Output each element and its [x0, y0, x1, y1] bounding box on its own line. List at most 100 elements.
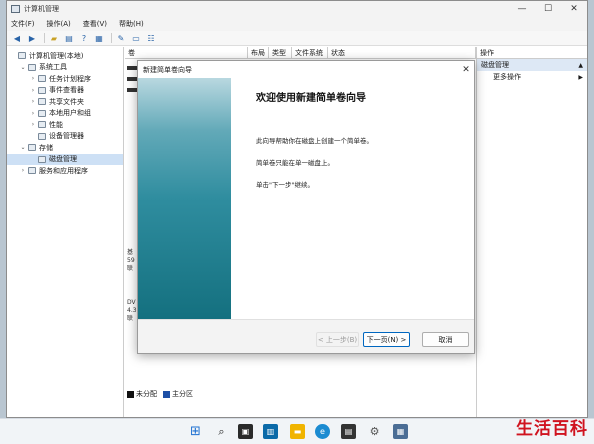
menu-help[interactable]: 帮助(H) [119, 19, 144, 29]
column-header-type[interactable]: 类型 [269, 47, 292, 58]
services-icon [28, 167, 36, 175]
chevron-down-icon[interactable]: ⌄ [19, 144, 27, 151]
tree-item-local-users-groups[interactable]: › 本地用户和组 [7, 108, 123, 120]
storage-icon [28, 144, 36, 152]
tree-item-label: 存储 [39, 143, 53, 152]
chevron-down-icon[interactable]: ⌄ [19, 64, 27, 71]
event-viewer-icon [38, 86, 46, 94]
chevron-right-icon[interactable]: › [29, 98, 37, 105]
close-icon[interactable]: ✕ [458, 65, 474, 75]
navigation-tree: 计算机管理(本地) ⌄ 系统工具 › 任务计划程序 › 事件查看器 › 共享文件… [7, 47, 124, 417]
tree-item-label: 共享文件夹 [49, 97, 84, 106]
menu-action[interactable]: 操作(A) [47, 19, 71, 29]
settings-gear-icon[interactable]: ⚙ [367, 424, 382, 439]
unallocated-swatch [127, 390, 134, 398]
menu-file[interactable]: 文件(F) [11, 19, 35, 29]
tree-item-computer-management[interactable]: 计算机管理(本地) [7, 50, 123, 62]
wizard-banner [138, 78, 231, 319]
chevron-right-icon[interactable]: › [29, 121, 37, 128]
tree-item-label: 本地用户和组 [49, 109, 91, 118]
column-header-filesystem[interactable]: 文件系统 [292, 47, 328, 58]
menu-bar: 文件(F) 操作(A) 查看(V) 帮助(H) [7, 17, 587, 31]
cancel-button[interactable]: 取消 [422, 332, 469, 347]
tree-item-label: 性能 [49, 120, 63, 129]
show-hide-tree-icon[interactable]: ▤ [63, 33, 75, 44]
properties-icon[interactable]: ▦ [93, 33, 105, 44]
users-icon [38, 109, 46, 117]
next-button[interactable]: 下一页(N) > [363, 332, 410, 347]
shared-folder-icon [38, 98, 46, 106]
store-icon[interactable]: ▤ [341, 424, 356, 439]
window-title: 计算机管理 [24, 5, 59, 13]
title-bar: 计算机管理 — ☐ ✕ [7, 1, 587, 17]
file-explorer-icon[interactable]: ▬ [290, 424, 305, 439]
actions-disk-management[interactable]: 磁盘管理 ▲ [477, 59, 587, 71]
tree-item-system-tools[interactable]: ⌄ 系统工具 [7, 62, 123, 74]
tree-item-label: 系统工具 [39, 63, 67, 72]
legend-unallocated-label: 未分配 [136, 390, 157, 398]
close-button[interactable]: ✕ [561, 1, 587, 17]
watermark-logo: 生活百科 [516, 419, 588, 439]
toolbar-divider [111, 33, 112, 43]
tree-item-disk-management[interactable]: 磁盘管理 [7, 153, 123, 165]
back-arrow-icon[interactable]: ◀ [11, 33, 23, 44]
tree-item-label: 事件查看器 [49, 86, 84, 95]
wizard-paragraph-3: 单击"下一步"继续。 [256, 181, 314, 189]
wizard-heading: 欢迎使用新建简单卷向导 [256, 93, 366, 104]
tree-item-storage[interactable]: ⌄ 存储 [7, 142, 123, 154]
computer-management-taskbar-icon[interactable]: ▦ [393, 424, 408, 439]
forward-arrow-icon[interactable]: ▶ [26, 33, 38, 44]
computer-icon [18, 52, 26, 60]
disk-management-icon [38, 155, 46, 163]
primary-partition-swatch [163, 390, 170, 398]
tree-item-performance[interactable]: › 性能 [7, 119, 123, 131]
legend-primary-label: 主分区 [172, 390, 193, 398]
up-folder-icon[interactable]: ▰ [48, 33, 60, 44]
tree-item-label: 服务和应用程序 [39, 166, 88, 175]
actions-group-label: 磁盘管理 [481, 61, 509, 69]
menu-view[interactable]: 查看(V) [83, 19, 107, 29]
column-header-layout[interactable]: 布局 [248, 47, 269, 58]
tree-item-event-viewer[interactable]: › 事件查看器 [7, 85, 123, 97]
chevron-right-icon[interactable]: › [29, 87, 37, 94]
list-icon[interactable]: ☷ [145, 33, 157, 44]
chevron-right-icon[interactable]: › [29, 110, 37, 117]
disk-icon[interactable]: ▭ [130, 33, 142, 44]
actions-header: 操作 [477, 47, 587, 59]
device-manager-icon [38, 132, 46, 140]
tree-item-device-manager[interactable]: 设备管理器 [7, 131, 123, 143]
search-icon[interactable]: ⌕ [214, 424, 229, 439]
help-icon[interactable]: ? [78, 33, 90, 44]
computer-management-icon [11, 5, 20, 13]
actions-pane: 操作 磁盘管理 ▲ 更多操作 ▶ [476, 47, 587, 417]
disk-legend: 未分配 主分区 [127, 389, 193, 399]
new-simple-volume-wizard: 新建简单卷向导 ✕ 欢迎使用新建简单卷向导 此向导帮助你在磁盘上创建一个简单卷。… [137, 60, 475, 354]
wizard-paragraph-2: 简单卷只能在单一磁盘上。 [256, 159, 334, 167]
chevron-right-icon[interactable]: › [19, 167, 27, 174]
tree-item-shared-folders[interactable]: › 共享文件夹 [7, 96, 123, 108]
edge-icon[interactable]: e [315, 424, 330, 439]
back-button[interactable]: < 上一步(B) [316, 332, 359, 347]
tree-item-label: 磁盘管理 [49, 155, 77, 164]
column-header-status[interactable]: 状态 [328, 47, 476, 58]
tree-item-task-scheduler[interactable]: › 任务计划程序 [7, 73, 123, 85]
tree-item-services-applications[interactable]: › 服务和应用程序 [7, 165, 123, 177]
volume-list-header: 卷 布局 类型 文件系统 状态 [125, 47, 476, 59]
widgets-icon[interactable]: ▥ [263, 424, 278, 439]
taskbar: ⊞ ⌕ ▣ ▥ ▬ e ▤ ⚙ ▦ [0, 418, 594, 444]
more-actions-item[interactable]: 更多操作 ▶ [477, 71, 587, 83]
tree-item-label: 任务计划程序 [49, 74, 91, 83]
wizard-title: 新建简单卷向导 [143, 65, 192, 74]
toolbar: ◀ ▶ ▰ ▤ ? ▦ ✎ ▭ ☷ [7, 31, 587, 46]
chevron-right-icon[interactable]: › [29, 75, 37, 82]
task-view-icon[interactable]: ▣ [238, 424, 253, 439]
chevron-right-icon: ▶ [578, 73, 583, 81]
disk-check-icon[interactable]: ✎ [115, 33, 127, 44]
collapse-up-icon[interactable]: ▲ [578, 62, 583, 69]
minimize-button[interactable]: — [509, 1, 535, 17]
start-icon[interactable]: ⊞ [188, 424, 203, 439]
toolbar-divider [44, 33, 45, 43]
wizard-footer: < 上一步(B) 下一页(N) > 取消 [138, 319, 474, 353]
column-header-volume[interactable]: 卷 [125, 47, 248, 58]
maximize-button[interactable]: ☐ [535, 1, 561, 17]
